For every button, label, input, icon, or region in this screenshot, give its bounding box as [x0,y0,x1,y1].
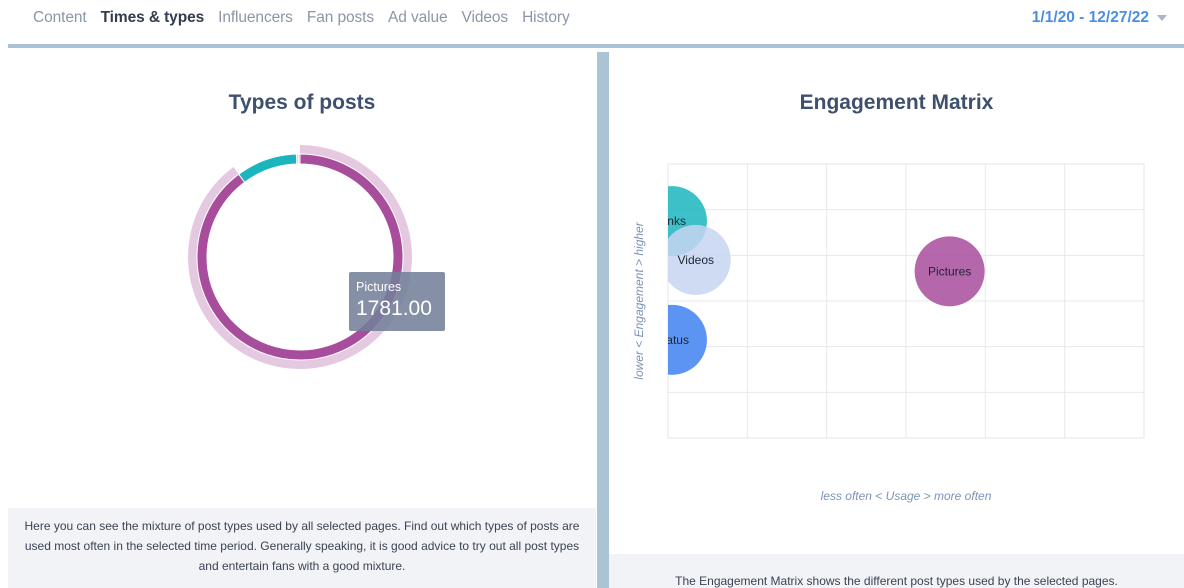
date-range-label: 1/1/20 - 12/27/22 [1031,9,1149,26]
slice-links[interactable] [238,153,298,183]
types-of-posts-description: Here you can see the mixture of post typ… [8,508,596,588]
tab-times-and-types[interactable]: Times & types [101,9,205,27]
chart-tooltip: Pictures 1781.00 [349,272,445,331]
types-of-posts-panel: Types of posts Pictures 1781.00 Here you… [8,52,596,588]
bubble-links-label: Links [658,214,686,228]
date-range-picker[interactable]: 1/1/20 - 12/27/22 [1032,9,1167,27]
bubble-videos-label: Videos [678,253,714,267]
engagement-matrix-panel: Engagement Matrix Links Videos Pictures Sta… [609,52,1184,588]
slice-hover-halo [188,145,412,369]
slice-status[interactable] [298,153,301,165]
engagement-matrix-title: Engagement Matrix [799,91,994,114]
y-axis-label: lower < Engagement > higher [632,221,646,379]
tab-content[interactable]: Content [33,9,87,27]
chevron-down-icon [1157,15,1167,21]
engagement-matrix-chart: Links Videos Pictures Status less often < U… [632,163,1145,503]
tab-fan-posts[interactable]: Fan posts [307,9,374,27]
engagement-matrix-description: The Engagement Matrix shows the differen… [609,554,1184,588]
tab-bar: Content Times & types Influencers Fan po… [33,9,584,27]
tab-history[interactable]: History [522,9,570,27]
bubble-pictures[interactable]: Pictures [914,236,985,307]
grid [667,163,1145,439]
types-of-posts-title: Types of posts [228,91,376,114]
tab-ad-value[interactable]: Ad value [388,9,448,27]
bubble-status[interactable]: Status [637,304,707,375]
x-axis-label: less often < Usage > more often [821,489,992,503]
bubble-pictures-label: Pictures [928,264,971,278]
post-types-donut-chart [188,145,412,369]
tab-videos[interactable]: Videos [462,9,509,27]
nav-underline [8,44,1184,48]
tooltip-label: Pictures [356,280,402,294]
bubble-status-label: Status [655,333,689,347]
panel-divider [597,52,609,588]
tab-influencers[interactable]: Influencers [218,9,293,27]
bubble-videos[interactable]: Videos [661,224,731,295]
top-navigation: Content Times & types Influencers Fan po… [0,0,1184,40]
tooltip-value: 1781.00 [356,297,432,320]
